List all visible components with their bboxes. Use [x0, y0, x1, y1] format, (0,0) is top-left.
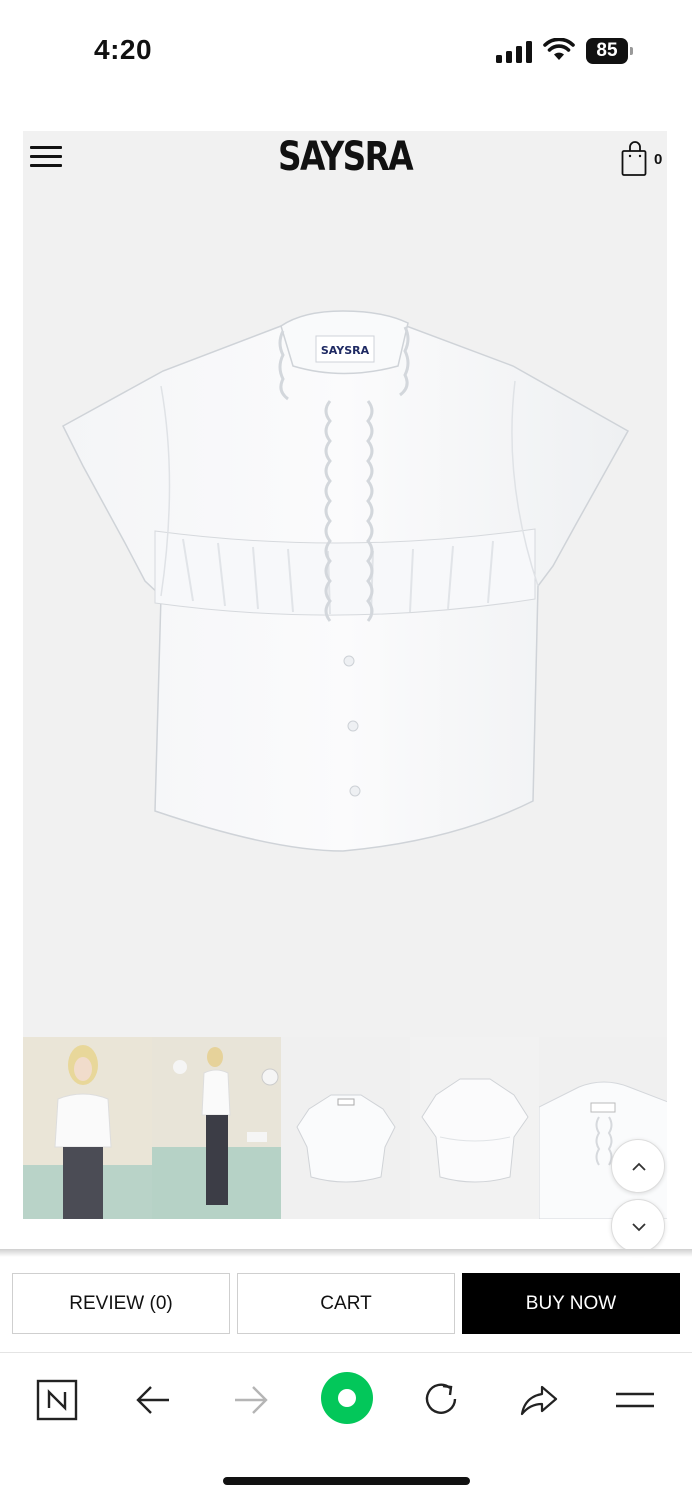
divider: [0, 1249, 692, 1257]
shopping-bag-icon: [621, 141, 647, 176]
forward-button[interactable]: [225, 1375, 275, 1425]
status-time: 4:20: [94, 34, 153, 65]
product-main-image[interactable]: SAYSRA: [43, 281, 643, 881]
green-home-button[interactable]: [320, 1371, 374, 1425]
back-arrow-icon: [136, 1386, 169, 1414]
thumbnail-strip: [23, 1037, 667, 1219]
thumbnail-image: [152, 1037, 281, 1219]
refresh-icon: [425, 1383, 457, 1414]
buy-now-button[interactable]: BUY NOW: [462, 1273, 680, 1334]
battery-level: 85: [586, 38, 628, 64]
thumbnail-collar-detail[interactable]: [539, 1037, 667, 1219]
signal-icon: [496, 41, 532, 63]
menu-icon: [616, 1392, 654, 1408]
scroll-up-button[interactable]: [611, 1139, 665, 1193]
cart-button[interactable]: 0: [620, 139, 664, 179]
thumbnail-flat-front[interactable]: [281, 1037, 410, 1219]
garment-label-text: SAYSRA: [321, 344, 370, 357]
thumbnail-image: [539, 1037, 667, 1219]
back-button[interactable]: [129, 1375, 179, 1425]
thumbnail-flat-back[interactable]: [410, 1037, 539, 1219]
naver-home-button[interactable]: [32, 1375, 82, 1425]
refresh-button[interactable]: [417, 1375, 467, 1425]
thumbnail-image: [281, 1037, 410, 1219]
battery-icon: 85: [586, 38, 634, 64]
thumbnail-image: [410, 1037, 539, 1219]
home-green-icon: [321, 1372, 373, 1424]
share-button[interactable]: [514, 1375, 564, 1425]
brand-logo[interactable]: SAYSRA: [81, 134, 609, 180]
browser-toolbar: [0, 1352, 692, 1442]
cart-count: 0: [654, 151, 663, 168]
naver-n-icon: [36, 1379, 78, 1421]
hamburger-menu-button[interactable]: [30, 144, 62, 170]
share-icon: [520, 1385, 558, 1416]
chevron-up-icon: [632, 1162, 646, 1171]
scroll-down-button[interactable]: [611, 1199, 665, 1253]
thumbnail-model-side[interactable]: [152, 1037, 281, 1219]
cart-action-button[interactable]: CART: [237, 1273, 455, 1334]
browser-menu-button[interactable]: [610, 1375, 660, 1425]
thumbnail-model-front[interactable]: [23, 1037, 152, 1219]
review-button[interactable]: REVIEW (0): [12, 1273, 230, 1334]
product-image-area: SAYSRA 0 SAYSRA: [23, 131, 667, 1037]
thumbnail-image: [23, 1037, 152, 1219]
wifi-icon: [543, 38, 575, 60]
forward-arrow-icon: [235, 1386, 268, 1414]
chevron-down-icon: [632, 1223, 646, 1232]
status-bar: 4:20 85: [0, 0, 692, 100]
home-indicator: [223, 1477, 470, 1485]
